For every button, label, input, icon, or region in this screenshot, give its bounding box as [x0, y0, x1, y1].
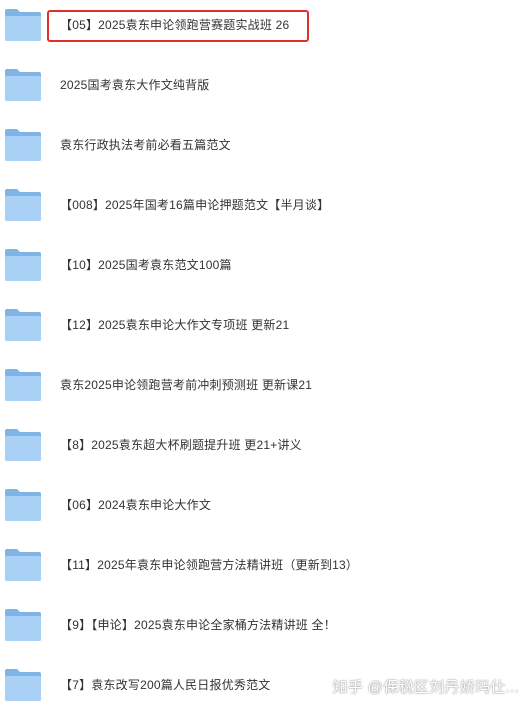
folder-item[interactable]: 袁东2025申论领跑营考前冲刺预测班 更新课21	[0, 362, 527, 410]
folder-icon	[4, 428, 42, 462]
folder-label: 【7】袁东改写200篇人民日报优秀范文	[60, 678, 271, 692]
folder-label: 【9】【申论】2025袁东申论全家桶方法精讲班 全！	[60, 618, 336, 632]
folder-label: 【05】2025袁东申论领跑营赛题实战班 26	[60, 18, 290, 32]
folder-label: 袁东行政执法考前必看五篇范文	[60, 138, 231, 152]
folder-item[interactable]: 【008】2025年国考16篇申论押题范文【半月谈】	[0, 182, 527, 230]
folder-item[interactable]: 【11】2025年袁东申论领跑营方法精讲班（更新到13）	[0, 542, 527, 590]
folder-icon	[4, 368, 42, 402]
folder-label: 【008】2025年国考16篇申论押题范文【半月谈】	[60, 198, 330, 212]
folder-label: 袁东2025申论领跑营考前冲刺预测班 更新课21	[60, 378, 313, 392]
folder-icon	[4, 188, 42, 222]
folder-item[interactable]: 袁东行政执法考前必看五篇范文	[0, 122, 527, 170]
folder-label: 【12】2025袁东申论大作文专项班 更新21	[60, 318, 290, 332]
folder-item[interactable]: 【10】2025国考袁东范文100篇	[0, 242, 527, 290]
folder-icon	[4, 8, 42, 42]
folder-label: 【11】2025年袁东申论领跑营方法精讲班（更新到13）	[60, 558, 359, 572]
folder-icon	[4, 248, 42, 282]
folder-icon	[4, 608, 42, 642]
folder-icon	[4, 668, 42, 702]
folder-item[interactable]: 【06】2024袁东申论大作文	[0, 482, 527, 530]
folder-label: 【06】2024袁东申论大作文	[60, 498, 212, 512]
watermark: 知乎 @保税区刘丹娇玛仕...	[332, 679, 519, 696]
folder-item[interactable]: 【12】2025袁东申论大作文专项班 更新21	[0, 302, 527, 350]
folder-label: 【8】2025袁东超大杯刷题提升班 更21+讲义	[60, 438, 302, 452]
folder-item[interactable]: 2025国考袁东大作文纯背版	[0, 62, 527, 110]
folder-icon	[4, 68, 42, 102]
folder-icon	[4, 308, 42, 342]
folder-label: 【10】2025国考袁东范文100篇	[60, 258, 232, 272]
folder-item[interactable]: 【05】2025袁东申论领跑营赛题实战班 26	[0, 2, 527, 50]
folder-icon	[4, 488, 42, 522]
folder-list: 【05】2025袁东申论领跑营赛题实战班 26 2025国考袁东大作文纯背版 袁…	[0, 0, 527, 715]
folder-icon	[4, 548, 42, 582]
folder-icon	[4, 128, 42, 162]
folder-label: 2025国考袁东大作文纯背版	[60, 78, 210, 92]
folder-item[interactable]: 【8】2025袁东超大杯刷题提升班 更21+讲义	[0, 422, 527, 470]
folder-item[interactable]: 【9】【申论】2025袁东申论全家桶方法精讲班 全！	[0, 602, 527, 650]
